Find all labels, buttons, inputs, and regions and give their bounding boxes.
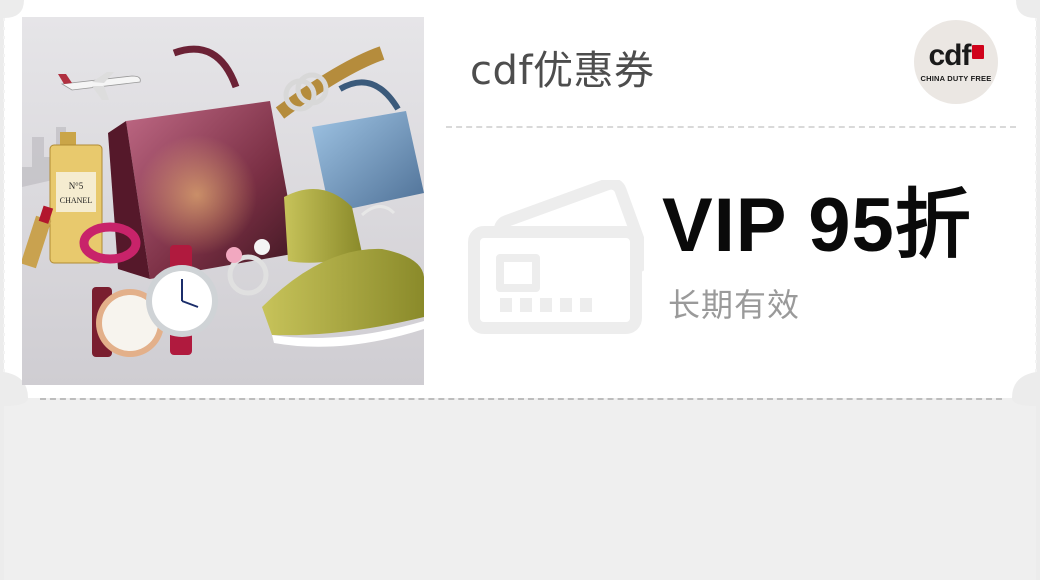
cdf-logo: cdf CHINA DUTY FREE	[914, 20, 998, 104]
logo-subtext: CHINA DUTY FREE	[920, 73, 992, 83]
svg-text:N°5: N°5	[69, 181, 84, 191]
dashed-divider-top	[446, 126, 1016, 128]
coupon-card[interactable]: N°5 CHANEL cdf优惠券 cdf CHINA DUTY FREE VI…	[0, 0, 1040, 580]
chanel-label: CHANEL	[60, 196, 93, 205]
logo-text: cdf	[928, 38, 972, 72]
coupon-title: cdf优惠券	[470, 48, 655, 94]
card-watermark-icon	[468, 177, 651, 340]
product-image: N°5 CHANEL	[22, 17, 424, 385]
discount-value: VIP 95折	[662, 183, 972, 268]
dashed-divider-tear	[40, 398, 1002, 400]
validity-text: 长期有效	[668, 286, 801, 324]
logo-seal	[971, 44, 984, 59]
